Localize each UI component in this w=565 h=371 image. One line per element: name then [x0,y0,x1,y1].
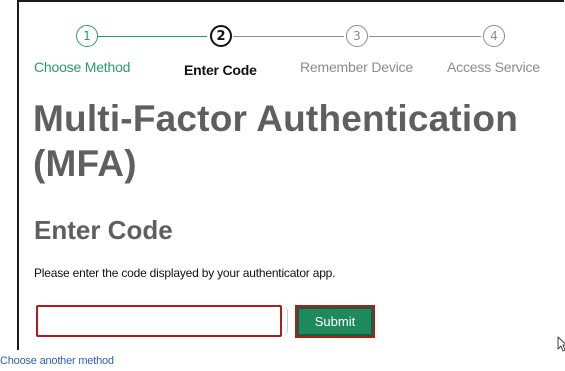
step-4-circle: 4 [483,25,505,47]
submit-button[interactable]: Submit [295,305,375,338]
step-connector-1-2 [97,36,207,37]
input-edge-decoration [282,306,288,336]
page-title: Multi-Factor Authentication (MFA) [33,98,518,184]
mouse-pointer-icon [557,336,565,352]
section-title: Enter Code [34,215,173,245]
code-input[interactable] [36,305,282,337]
step-connector-2-3 [233,36,344,37]
step-4-number: 4 [490,29,498,43]
step-3-label: Remember Device [300,59,413,75]
instructions-text: Please enter the code displayed by your … [34,266,336,280]
choose-another-method-link[interactable]: Choose another method [0,355,114,367]
step-1-number: 1 [83,29,91,43]
step-2-circle: 2 [210,25,232,47]
step-1-label: Choose Method [34,59,131,75]
step-3-number: 3 [353,29,361,43]
step-2-number: 2 [216,28,226,44]
step-3-circle: 3 [346,25,368,47]
progress-stepper: 1 2 3 4 Choose Method Enter Code Remembe… [0,0,565,90]
step-2-label: Enter Code [184,62,257,78]
step-1-circle: 1 [76,25,98,47]
step-connector-3-4 [369,36,481,37]
step-4-label: Access Service [447,59,540,75]
